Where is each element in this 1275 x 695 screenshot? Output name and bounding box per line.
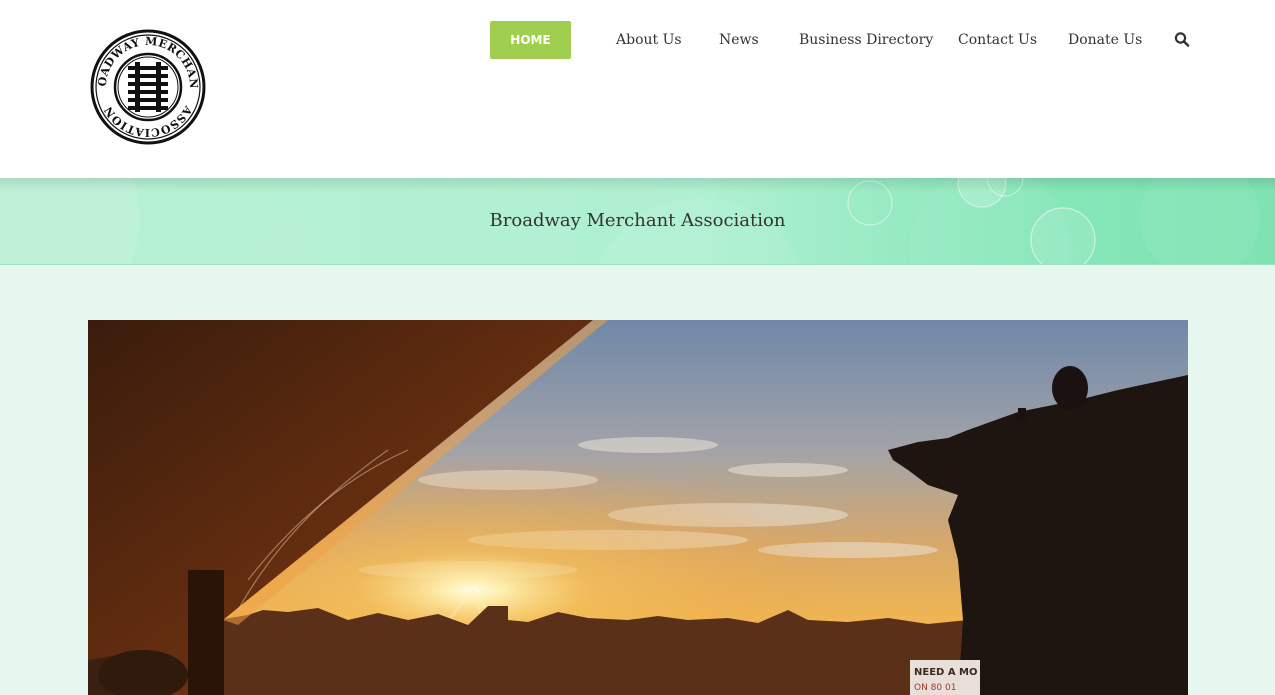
page-title-bar: Broadway Merchant Association <box>0 178 1275 265</box>
hero-image: NEED A MO ON 80 01 <box>88 320 1188 695</box>
site-logo[interactable]: BROADWAY MERCHANTS ASSOCIATION <box>90 29 206 145</box>
page-title: Broadway Merchant Association <box>489 210 786 231</box>
nav-home-button[interactable]: HOME <box>490 21 571 59</box>
nav-item-business-directory[interactable]: Business Directory <box>799 21 933 59</box>
search-icon[interactable] <box>1174 31 1190 49</box>
site-header: BROADWAY MERCHANTS ASSOCIATION HOME Abou… <box>0 0 1275 178</box>
nav-item-news[interactable]: News <box>719 21 759 59</box>
nav-item-contact-us[interactable]: Contact Us <box>958 21 1037 59</box>
hero-sign-text: NEED A MO <box>914 667 978 678</box>
nav-item-donate-us[interactable]: Donate Us <box>1068 21 1142 59</box>
nav-item-about-us[interactable]: About Us <box>616 21 682 59</box>
hero-sign-sub: ON 80 01 <box>914 683 956 693</box>
